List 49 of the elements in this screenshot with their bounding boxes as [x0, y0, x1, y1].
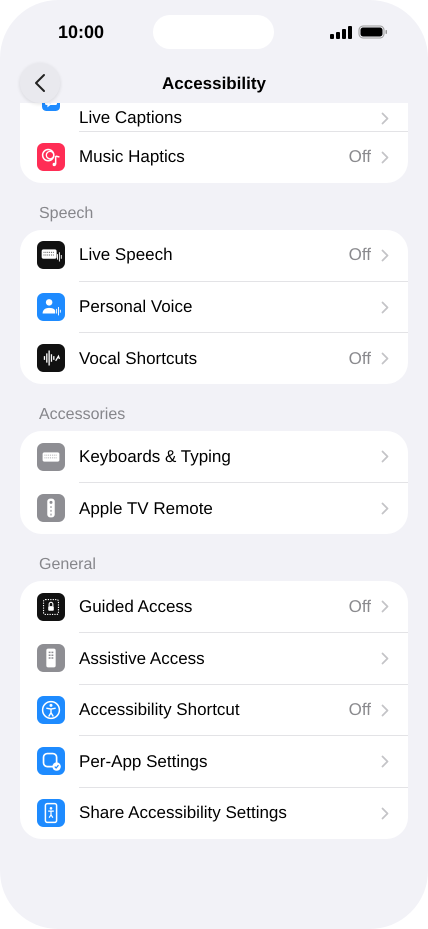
chevron-icon [381, 248, 389, 262]
remote-icon [37, 494, 65, 522]
section-header: Accessories [38, 406, 126, 425]
chevron-icon [381, 300, 389, 314]
keyboard-wave-icon [37, 241, 65, 270]
chevron-icon [381, 150, 389, 164]
signal-icon [330, 26, 352, 38]
settings-row[interactable]: Music Haptics Off [20, 131, 408, 182]
person-wave-icon [37, 292, 65, 321]
value-text: Off [348, 245, 371, 266]
square-check-icon [37, 747, 65, 776]
settings-row[interactable]: Apple TV Remote [20, 482, 408, 534]
chevron-icon [381, 704, 389, 717]
chevron-icon [381, 652, 389, 666]
battery-icon [358, 25, 388, 39]
value-text: Off [348, 700, 371, 720]
chevron-icon [381, 755, 389, 768]
settings-row[interactable]: Share Accessibility Settings [20, 787, 408, 838]
settings-row[interactable]: Keyboards & Typing [20, 431, 408, 482]
settings-row[interactable]: Assistive Access [20, 632, 408, 684]
chevron-icon [381, 352, 389, 366]
value-text: Off [348, 147, 371, 168]
back-button[interactable] [20, 63, 60, 103]
waveform-icon [37, 344, 65, 372]
screen-title: Accessibility [162, 74, 266, 94]
section-header: General [38, 556, 97, 575]
lock-frame-icon [37, 592, 65, 621]
settings-row[interactable]: Guided Access Off [20, 581, 408, 632]
accessibility-icon [37, 696, 65, 724]
value-text: Off [348, 596, 371, 617]
back-icon [34, 73, 46, 93]
section-header: Speech [38, 204, 94, 224]
chevron-icon [381, 806, 389, 820]
keyboard-icon [37, 442, 65, 471]
settings-row[interactable]: Per-App Settings [20, 736, 408, 787]
phone-grid-icon [37, 644, 65, 672]
settings-row[interactable]: Personal Voice [20, 281, 408, 332]
status-time: 10:00 [58, 22, 104, 42]
phone-person-icon [37, 798, 65, 827]
settings-row[interactable]: Vocal Shortcuts Off [20, 332, 408, 384]
rings-note-icon [37, 142, 65, 171]
chevron-icon [381, 112, 389, 124]
settings-row[interactable]: Live Captions [20, 103, 408, 131]
settings-row[interactable]: Accessibility Shortcut Off [20, 684, 408, 736]
chevron-icon [381, 600, 389, 614]
chevron-icon [381, 450, 389, 464]
settings-row[interactable]: Live Speech Off [20, 230, 408, 281]
value-text: Off [348, 348, 371, 369]
chevron-icon [381, 502, 389, 516]
